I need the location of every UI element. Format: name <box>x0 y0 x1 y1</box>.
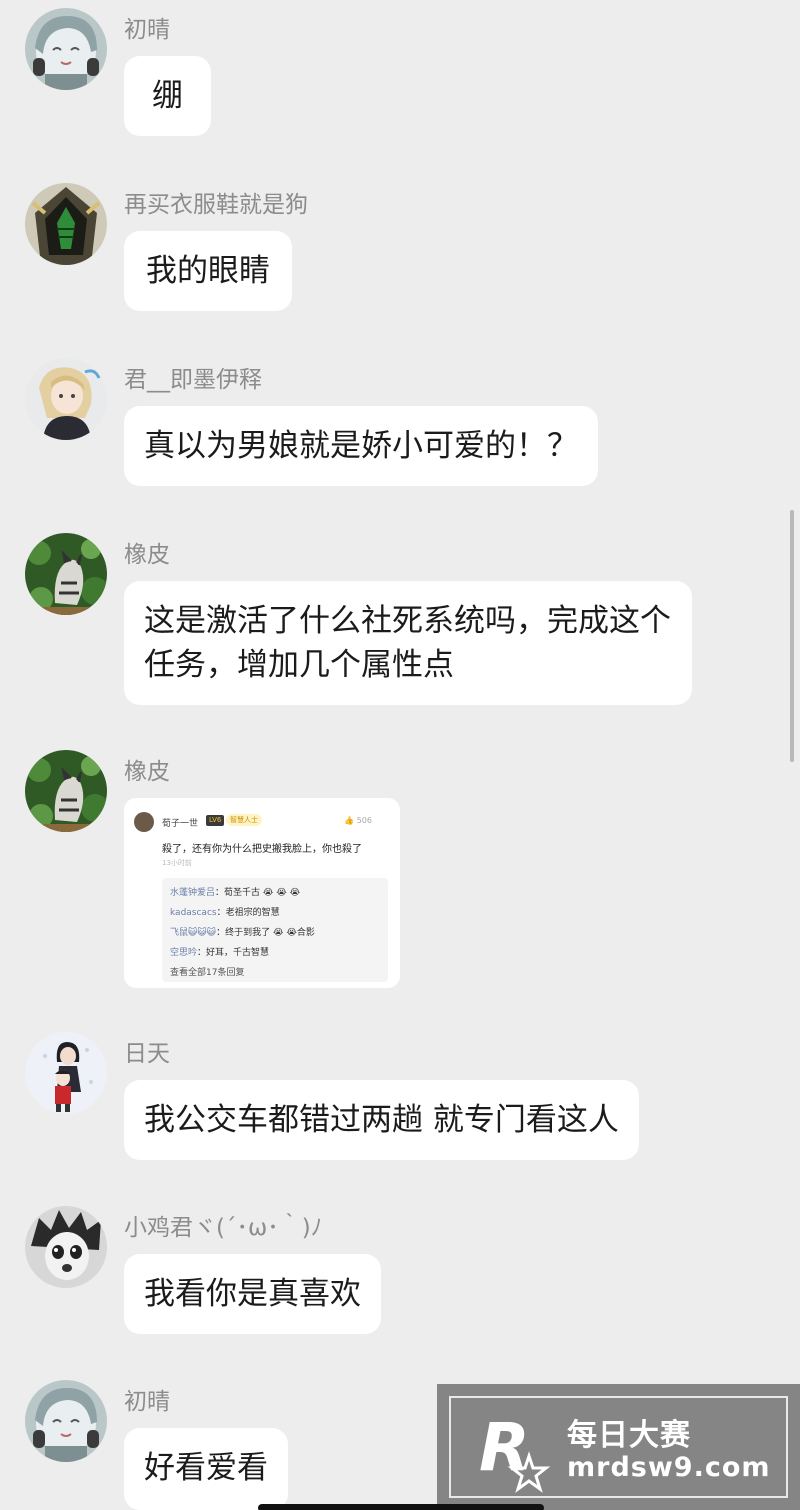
like-count-value: 506 <box>356 816 372 825</box>
reply-item: kadascacs：老祖宗的智慧 <box>170 908 280 918</box>
watermark: R 每日大赛 mrdsw9.com <box>437 1384 800 1510</box>
blonde-anime-girl-avatar[interactable] <box>25 358 107 440</box>
brand-logo-icon: R <box>475 1408 559 1494</box>
reply-text: 终于到我了 😭 😭合影 <box>225 928 315 938</box>
watermark-brand: 每日大赛 <box>567 1418 691 1453</box>
message-username[interactable]: 君__即墨伊释 <box>124 360 262 394</box>
message-bubble[interactable]: 绷 <box>124 56 211 136</box>
manga-face-avatar[interactable] <box>25 1206 107 1288</box>
couple-illustration-avatar[interactable] <box>25 1032 107 1114</box>
cat-in-leaves-avatar[interactable] <box>25 533 107 615</box>
message-bubble[interactable]: 我的眼睛 <box>124 231 292 311</box>
reply-item: 飞鼠😺😺😺：终于到我了 😭 😭合影 <box>170 928 315 938</box>
reply-user: 空思吟 <box>170 948 198 958</box>
watermark-url: mrdsw9.com <box>567 1452 771 1483</box>
comment-username: 荀子一世 <box>162 819 199 829</box>
watermark-frame: R 每日大赛 mrdsw9.com <box>449 1396 788 1498</box>
anime-girl-headphones-avatar[interactable] <box>25 1380 107 1462</box>
message-username[interactable]: 初晴 <box>124 1382 170 1416</box>
scrollbar[interactable] <box>790 510 794 762</box>
reply-user: kadascacs <box>170 908 217 918</box>
title-badge: 智慧人士 <box>226 814 262 826</box>
reply-user: 水蓬钟爱吕 <box>170 888 216 898</box>
message-bubble[interactable]: 好看爱看 <box>124 1428 288 1510</box>
cat-in-leaves-avatar[interactable] <box>25 750 107 832</box>
message-bubble[interactable]: 这是激活了什么社死系统吗，完成这个任务，增加几个属性点 <box>124 581 692 705</box>
reply-user: 飞鼠😺😺😺 <box>170 928 217 938</box>
hooded-green-mask-avatar[interactable] <box>25 183 107 265</box>
level-badge: LV6 <box>206 815 225 826</box>
comment-avatar <box>134 812 154 832</box>
message-username[interactable]: 橡皮 <box>124 535 170 569</box>
view-all-replies: 查看全部17条回复 <box>170 968 245 978</box>
home-indicator[interactable] <box>258 1504 544 1510</box>
message-bubble[interactable]: 我看你是真喜欢 <box>124 1254 381 1334</box>
reply-list: 水蓬钟爱吕：荀圣千古 😭 😭 😭 kadascacs：老祖宗的智慧 飞鼠😺😺😺：… <box>162 878 388 982</box>
message-username[interactable]: 再买衣服鞋就是狗 <box>124 185 308 219</box>
reply-item: 水蓬钟爱吕：荀圣千古 😭 😭 😭 <box>170 888 301 898</box>
message-username[interactable]: 橡皮 <box>124 752 170 786</box>
comment-text: 殺了，还有你为什么把史搬我脸上，你也殺了 <box>162 844 362 855</box>
reply-text: 老祖宗的智慧 <box>225 908 280 918</box>
message-username[interactable]: 小鸡君ヾ(´･ω･｀)ﾉ <box>124 1208 322 1242</box>
chat-thread: 初晴 绷 再买衣服鞋就是狗 我的眼睛 君__即墨伊释 真以为男娘就是娇小可爱的！… <box>0 0 800 1510</box>
message-bubble[interactable]: 真以为男娘就是娇小可爱的！？ <box>124 406 598 486</box>
reply-text: 好耳，千古智慧 <box>206 948 270 958</box>
message-username[interactable]: 初晴 <box>124 10 170 44</box>
like-count: 👍 506 <box>344 816 372 825</box>
message-image[interactable]: 荀子一世 LV6 智慧人士 👍 506 殺了，还有你为什么把史搬我脸上，你也殺了… <box>124 798 400 988</box>
anime-girl-headphones-avatar[interactable] <box>25 8 107 90</box>
reply-text: 荀圣千古 😭 😭 😭 <box>224 888 301 898</box>
message-bubble[interactable]: 我公交车都错过两趟 就专门看这人 <box>124 1080 639 1160</box>
message-username[interactable]: 日天 <box>124 1034 170 1068</box>
reply-item: 空思吟：好耳，千古智慧 <box>170 948 270 958</box>
comment-time: 13小时前 <box>162 859 192 867</box>
